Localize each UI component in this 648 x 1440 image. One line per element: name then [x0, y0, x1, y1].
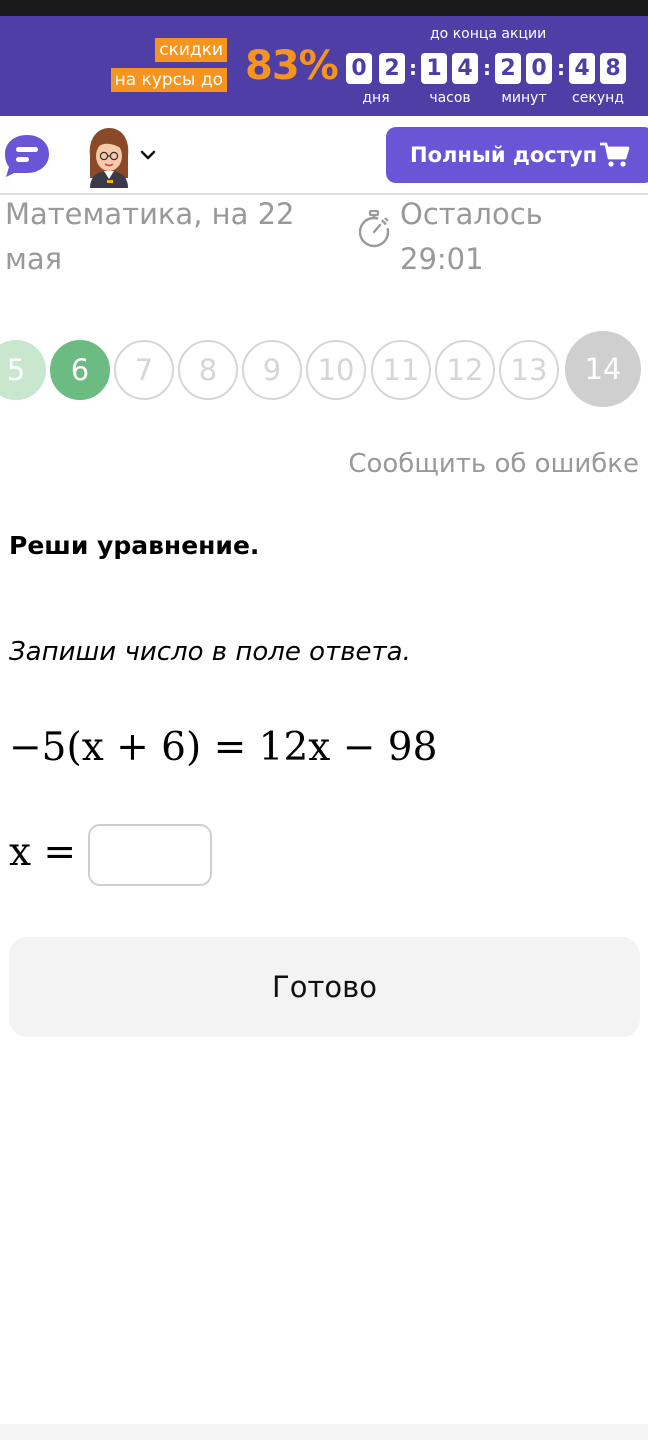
promo-until-end: до конца акции — [430, 26, 547, 42]
promo-banner[interactable]: скидки на курсы до 83% до конца акции 0 … — [0, 16, 648, 116]
time-remaining-value: 29:01 — [400, 242, 484, 276]
question-14[interactable]: 14 — [565, 331, 641, 407]
countdown-digit: 4 — [452, 53, 478, 84]
countdown-colon: : — [409, 56, 417, 80]
countdown-digit: 2 — [495, 53, 521, 84]
promo-percent: 83% — [245, 43, 339, 89]
time-remaining-label: Осталось — [400, 197, 543, 231]
test-title: Математика, на 22 мая — [5, 197, 295, 276]
promo-discount-line1: скидки — [155, 38, 227, 62]
question-10[interactable]: 10 — [306, 340, 366, 400]
countdown-digit: 0 — [346, 53, 372, 84]
countdown-colon: : — [557, 56, 565, 80]
time-remaining: Осталось 29:01 — [400, 192, 543, 282]
question-13[interactable]: 13 — [499, 340, 559, 400]
countdown-unit-minutes: минут — [501, 90, 547, 106]
submit-button-label: Готово — [272, 970, 377, 1004]
countdown-unit-hours: часов — [429, 90, 471, 106]
answer-variable-label: x = — [9, 830, 77, 875]
countdown-digit: 4 — [569, 53, 595, 84]
task-hint: Запиши число в поле ответа. — [9, 637, 411, 667]
question-navigator: 5 6 7 8 9 10 11 12 13 14 — [0, 328, 648, 410]
report-error-link[interactable]: Сообщить об ошибке — [348, 444, 639, 484]
full-access-label: Полный доступ — [410, 143, 598, 167]
question-9[interactable]: 9 — [242, 340, 302, 400]
countdown-digit: 8 — [600, 53, 626, 84]
status-bar — [0, 0, 648, 16]
question-6[interactable]: 6 — [50, 340, 110, 400]
bottom-strip — [0, 1424, 648, 1440]
countdown-digit: 1 — [421, 53, 447, 84]
chat-bubble-icon[interactable] — [4, 133, 51, 178]
chevron-down-icon[interactable] — [139, 146, 157, 164]
teacher-avatar-icon[interactable] — [84, 126, 134, 188]
question-11[interactable]: 11 — [371, 340, 431, 400]
equation: −5(x + 6) = 12x − 98 — [9, 725, 438, 770]
countdown-colon: : — [483, 56, 491, 80]
countdown-unit-seconds: секунд — [572, 90, 624, 106]
question-12[interactable]: 12 — [435, 340, 495, 400]
submit-button[interactable]: Готово — [9, 937, 640, 1037]
countdown-digit: 2 — [379, 53, 405, 84]
question-7[interactable]: 7 — [114, 340, 174, 400]
stopwatch-icon — [358, 210, 390, 248]
top-bar: Полный доступ — [0, 116, 648, 195]
question-5[interactable]: 5 — [0, 340, 46, 400]
answer-input[interactable] — [88, 824, 212, 886]
countdown-digit: 0 — [526, 53, 552, 84]
cart-icon — [600, 142, 630, 167]
task-heading: Реши уравнение. — [9, 531, 260, 560]
promo-discount-line2: на курсы до — [110, 68, 227, 92]
question-8[interactable]: 8 — [178, 340, 238, 400]
countdown-unit-days: дня — [362, 90, 390, 106]
